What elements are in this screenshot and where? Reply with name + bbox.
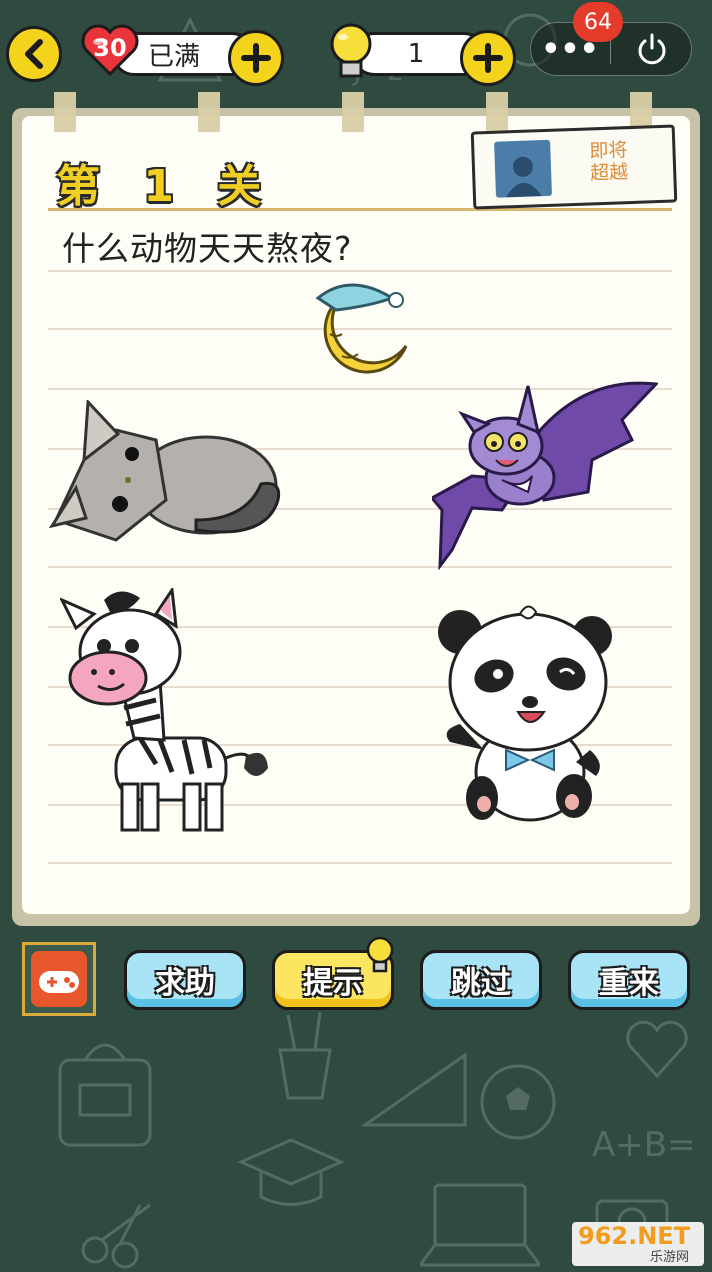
chevron-left-icon (25, 39, 43, 69)
chalk-doodle-formula: A+B= (592, 1118, 712, 1168)
hints-count: 1 (407, 39, 425, 69)
close-app-button[interactable] (612, 22, 692, 76)
lightbulb-icon (330, 23, 372, 78)
gamepad-icon (31, 951, 87, 1007)
restart-button[interactable]: 重来 (568, 950, 690, 1010)
tape-strip (54, 92, 76, 132)
gamepad-app-button[interactable] (22, 942, 96, 1016)
lightbulb-icon (366, 936, 394, 973)
back-button[interactable] (6, 26, 62, 82)
chalk-doodle-computer (420, 1180, 540, 1270)
chalk-doodle-pencils (270, 1010, 340, 1100)
add-lives-button[interactable] (228, 30, 284, 86)
tape-strip (486, 92, 508, 132)
paper-rule (48, 862, 672, 864)
moon-icon (315, 283, 408, 374)
cat-icon[interactable] (46, 400, 288, 550)
chalk-doodle-triangle (360, 1050, 470, 1130)
watermark-site: 乐游网 (650, 1250, 690, 1265)
panda-icon[interactable] (436, 600, 616, 826)
chalk-doodle-bag (50, 1030, 160, 1150)
paper-rule (48, 270, 672, 272)
tape-strip (198, 92, 220, 132)
level-title: 第 1 关 (56, 161, 276, 212)
help-button[interactable]: 求助 (124, 950, 246, 1010)
rank-card[interactable]: 即将 超越 (470, 124, 678, 210)
zebra-icon[interactable] (60, 588, 272, 836)
chalk-doodle-ball (478, 1062, 558, 1142)
plus-icon (473, 43, 503, 73)
notification-badge: 64 (573, 2, 623, 42)
user-icon (506, 156, 542, 198)
svg-text:A+B=: A+B= (592, 1125, 696, 1165)
power-icon (638, 33, 666, 65)
lives-status: 已满 (147, 41, 200, 72)
site-watermark: 962.NET 乐游网 (572, 1222, 704, 1266)
chalk-doodle-scissors (80, 1200, 160, 1270)
avatar (494, 139, 552, 198)
chalk-doodle-cap (236, 1132, 346, 1212)
add-hints-button[interactable] (460, 30, 516, 86)
lives-count: 30 (93, 34, 127, 62)
title-underline (48, 208, 672, 211)
bat-icon[interactable] (432, 380, 658, 570)
rank-label: 即将 超越 (589, 139, 629, 185)
skip-button[interactable]: 跳过 (420, 950, 542, 1010)
question-text: 什么动物天天熬夜? (62, 229, 353, 268)
chalk-doodle-heart (622, 1014, 692, 1084)
tape-strip (342, 92, 364, 132)
plus-icon (241, 43, 271, 73)
